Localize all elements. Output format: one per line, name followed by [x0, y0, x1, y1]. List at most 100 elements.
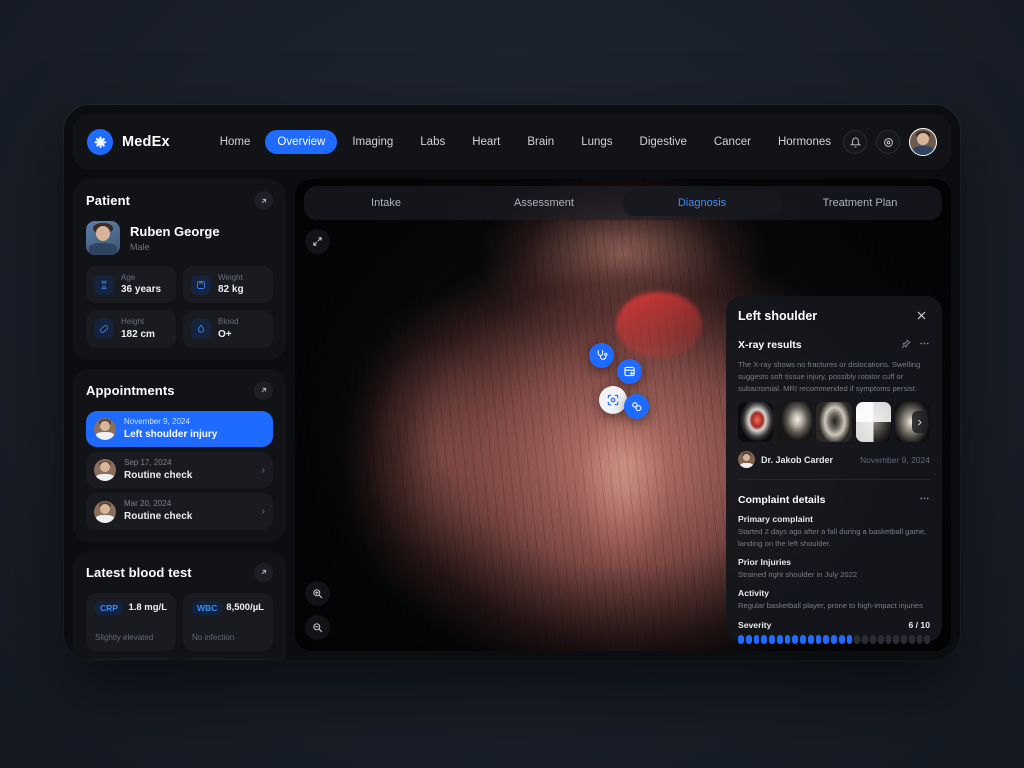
nav-item-brain[interactable]: Brain: [515, 130, 566, 154]
severity-bar[interactable]: [901, 634, 907, 644]
xray-thumb-2[interactable]: [777, 402, 813, 443]
severity-bar[interactable]: [823, 634, 830, 644]
severity-bar[interactable]: [885, 634, 892, 644]
app-body: Patient Ruben George Male Age 36 years W…: [64, 170, 960, 660]
header-actions: [843, 128, 937, 156]
more-dots-icon[interactable]: [919, 336, 930, 354]
severity-bar[interactable]: [738, 634, 744, 644]
avatar: [94, 459, 116, 482]
blood-test-wbc: WBC 8,500/µL No infection: [183, 592, 273, 651]
list-item[interactable]: November 9, 2024 Left shoulder injury: [86, 410, 273, 448]
severity-bar[interactable]: [800, 634, 806, 644]
pin-icon[interactable]: [901, 336, 911, 354]
zoom-out-icon[interactable]: [305, 615, 330, 640]
xray-section: X-ray results The X-ray shows no fractur…: [738, 336, 931, 469]
appointment-title: Routine check: [124, 511, 193, 523]
severity-bar[interactable]: [854, 634, 861, 644]
bell-icon[interactable]: [843, 130, 867, 154]
stat-weight-value: 82 kg: [218, 284, 244, 296]
chevron-right-icon: ›: [261, 506, 265, 518]
expand-arrows-icon[interactable]: [305, 229, 330, 254]
xray-title: X-ray results: [738, 339, 802, 351]
blood-test-grid: CRP 1.8 mg/L Slightly elevated WBC 8,500…: [86, 592, 273, 660]
hourglass-icon: [94, 274, 114, 295]
gear-icon[interactable]: [876, 130, 900, 154]
severity-bar[interactable]: [870, 634, 876, 644]
patient-card: Patient Ruben George Male Age 36 years W…: [73, 179, 286, 360]
stat-height-value: 182 cm: [121, 328, 155, 340]
molecule-icon[interactable]: [624, 394, 649, 419]
appointment-date: Sep 17, 2024: [124, 458, 172, 468]
blood-test-note: No infection: [192, 632, 235, 642]
severity-bar[interactable]: [753, 634, 760, 644]
xray-thumb-1[interactable]: [738, 402, 774, 443]
blood-test-value: 1.8 mg/L: [128, 602, 167, 614]
zoom-in-icon[interactable]: [305, 581, 330, 606]
severity-bar[interactable]: [893, 634, 900, 644]
stethoscope-icon[interactable]: [589, 343, 614, 368]
field-prior-injuries: Prior Injuries Strained right shoulder i…: [738, 557, 930, 580]
severity-bar[interactable]: [916, 634, 923, 644]
tab-assessment[interactable]: Assessment: [465, 190, 623, 216]
severity-bar[interactable]: [807, 634, 814, 644]
blood-test-esr: ESR 12 mm/hr No issues: [86, 657, 176, 660]
severity-bar[interactable]: [838, 634, 845, 644]
stat-age-value: 36 years: [121, 284, 162, 296]
stat-blood: Blood O+: [183, 310, 273, 348]
nav-item-lungs[interactable]: Lungs: [569, 130, 624, 154]
patient-name: Ruben George: [130, 224, 220, 240]
list-item[interactable]: Mar 20, 2024 Routine check ›: [86, 493, 273, 530]
xray-thumb-3[interactable]: [816, 402, 852, 443]
appointment-date: November 9, 2024: [124, 416, 190, 426]
severity-bars[interactable]: [738, 634, 931, 644]
nav-item-heart[interactable]: Heart: [460, 130, 512, 154]
arrow-up-right-icon[interactable]: [254, 562, 273, 582]
blood-test-hgb: HGB 15.1 g/dL No anemia: [183, 657, 273, 660]
nav-item-hormones[interactable]: Hormones: [766, 130, 843, 154]
ruler-icon: [94, 319, 114, 340]
severity-bar[interactable]: [924, 634, 931, 644]
brand-logo[interactable]: MedEx: [87, 129, 208, 155]
stat-height-label: Height: [121, 317, 145, 327]
severity-bar[interactable]: [792, 634, 799, 644]
xray-thumb-4[interactable]: [855, 402, 891, 443]
nav-item-labs[interactable]: Labs: [408, 130, 457, 154]
severity-bar[interactable]: [846, 634, 853, 644]
severity-bar[interactable]: [761, 634, 768, 644]
list-item[interactable]: Sep 17, 2024 Routine check ›: [86, 452, 273, 489]
severity-bar[interactable]: [745, 634, 752, 644]
severity-bar[interactable]: [877, 634, 884, 644]
chevron-right-icon: ›: [261, 464, 265, 476]
doctor-name: Dr. Jakob Carder: [761, 454, 834, 465]
more-dots-icon[interactable]: [919, 491, 930, 509]
tab-intake[interactable]: Intake: [307, 190, 465, 216]
severity-bar[interactable]: [862, 634, 869, 644]
patient-card-header: Patient: [86, 191, 273, 210]
anatomy-viewer[interactable]: Intake Assessment Diagnosis Treatment Pl…: [295, 179, 951, 651]
nav-item-cancer[interactable]: Cancer: [702, 130, 763, 154]
blood-test-tag: WBC: [192, 600, 223, 615]
tab-diagnosis[interactable]: Diagnosis: [623, 190, 781, 216]
nav-item-home[interactable]: Home: [208, 130, 263, 154]
severity-bar[interactable]: [784, 634, 791, 644]
arrow-up-right-icon[interactable]: [254, 380, 273, 400]
complaint-section: Complaint details Primary complaint Star…: [738, 491, 931, 644]
nav-item-digestive[interactable]: Digestive: [628, 130, 699, 154]
close-icon[interactable]: [913, 307, 930, 324]
nav-item-overview[interactable]: Overview: [265, 130, 338, 154]
document-add-icon[interactable]: [617, 359, 642, 384]
doctor-chip[interactable]: Dr. Jakob Carder: [738, 451, 834, 469]
severity-bar[interactable]: [769, 634, 775, 644]
nav-item-imaging[interactable]: Imaging: [340, 130, 405, 154]
stat-age: Age 36 years: [86, 266, 176, 304]
focus-scan-icon[interactable]: [599, 386, 627, 414]
severity-bar[interactable]: [776, 634, 783, 644]
severity-bar[interactable]: [815, 634, 822, 644]
severity-bar[interactable]: [831, 634, 837, 644]
arrow-up-right-icon[interactable]: [254, 191, 273, 210]
chevron-right-icon[interactable]: [912, 411, 927, 434]
tab-treatment-plan[interactable]: Treatment Plan: [781, 190, 939, 216]
severity-bar[interactable]: [908, 634, 915, 644]
stat-height: Height 182 cm: [86, 310, 176, 348]
user-avatar[interactable]: [909, 128, 937, 156]
